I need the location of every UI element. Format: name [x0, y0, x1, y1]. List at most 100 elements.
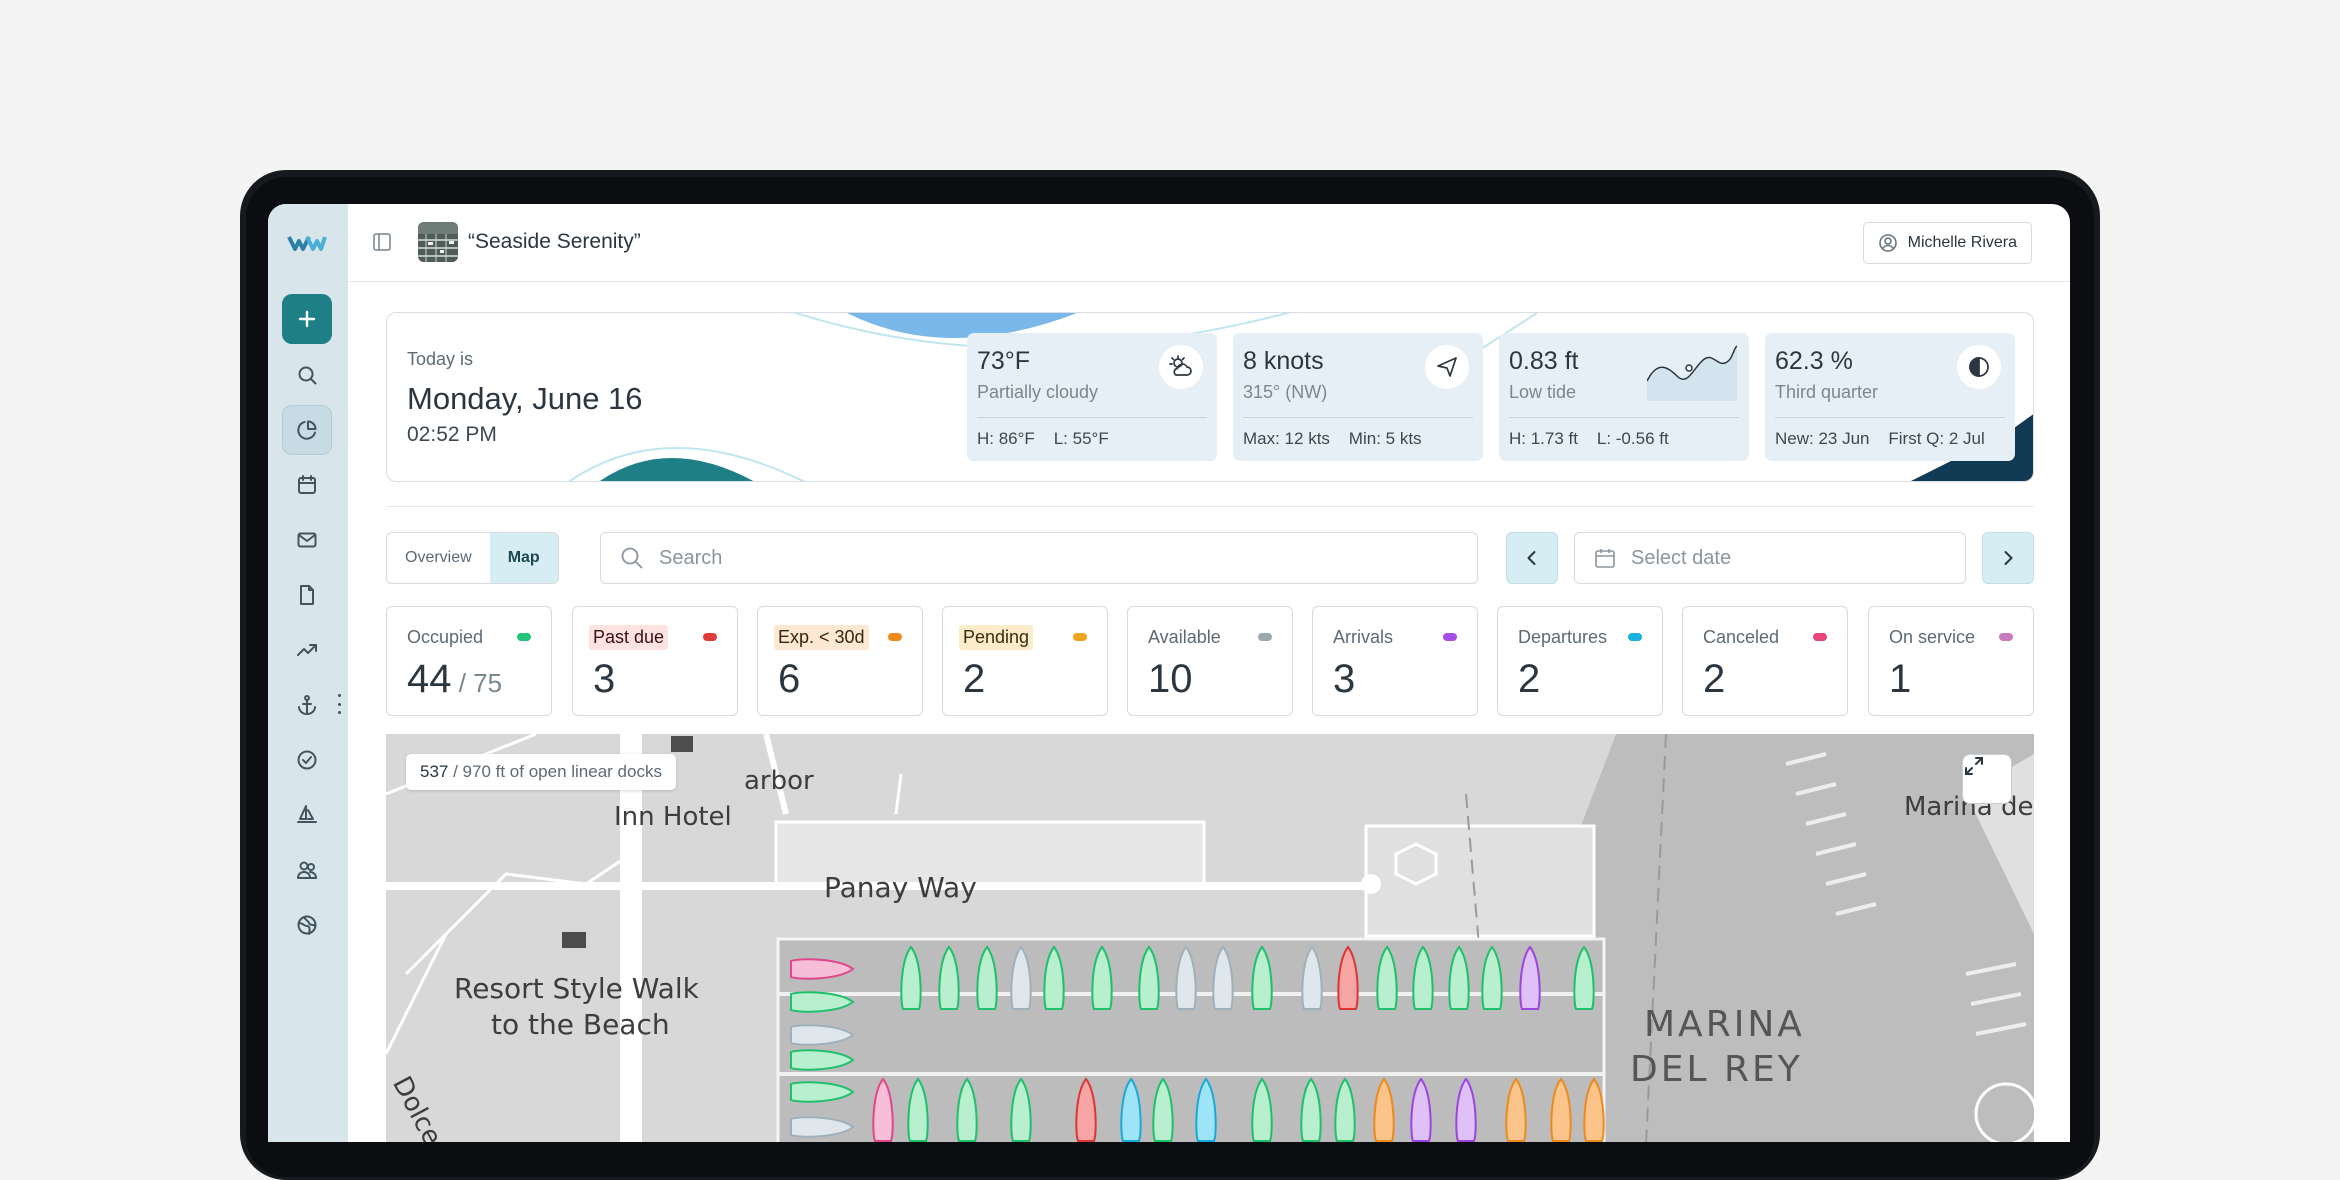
- stat-expiring[interactable]: Exp. < 30d 6: [757, 606, 923, 716]
- user-menu-button[interactable]: Michelle Rivera: [1862, 222, 2032, 264]
- map-tab[interactable]: Map: [489, 533, 558, 583]
- boat-slip[interactable]: [1152, 1077, 1174, 1142]
- stat-pending[interactable]: Pending 2: [942, 606, 1108, 716]
- stat-available[interactable]: Available 10: [1127, 606, 1293, 716]
- web-nav-button[interactable]: [282, 900, 332, 950]
- boat-slip[interactable]: [1301, 945, 1323, 1010]
- boat-slip[interactable]: [1091, 945, 1113, 1010]
- logo[interactable]: [287, 232, 327, 254]
- status-dot: [1258, 633, 1272, 641]
- status-dot: [888, 633, 902, 641]
- expand-map-button[interactable]: [1962, 754, 2012, 804]
- boat-slip[interactable]: [1043, 945, 1065, 1010]
- boat-slip[interactable]: [900, 945, 922, 1010]
- boat-slip[interactable]: [1376, 945, 1398, 1010]
- file-icon: [300, 585, 314, 605]
- boat-slip[interactable]: [1573, 945, 1595, 1010]
- previous-date-button[interactable]: [1506, 532, 1558, 584]
- stat-value: 3: [1333, 657, 1356, 701]
- boat-slip[interactable]: [1195, 1077, 1217, 1142]
- boat-slip[interactable]: [1410, 1077, 1432, 1142]
- boat-slip[interactable]: [1337, 945, 1359, 1010]
- stat-on-service[interactable]: On service 1: [1868, 606, 2034, 716]
- sidebar-toggle-button[interactable]: [372, 232, 392, 252]
- boat-slip[interactable]: [1251, 1077, 1273, 1142]
- users-icon: [297, 861, 317, 879]
- stat-occupied[interactable]: Occupied 44 / 75: [386, 606, 552, 716]
- status-dot: [1813, 633, 1827, 641]
- dashboard-nav-button[interactable]: [282, 405, 332, 455]
- sailboat-icon: [297, 805, 317, 823]
- search-input[interactable]: [659, 546, 1439, 570]
- boat-slip[interactable]: [1550, 1077, 1572, 1142]
- boat-slip[interactable]: [1583, 1077, 1605, 1142]
- next-date-button[interactable]: [1982, 532, 2034, 584]
- calendar-nav-button[interactable]: [282, 460, 332, 510]
- boat-slip[interactable]: [1448, 945, 1470, 1010]
- boat-slip[interactable]: [790, 1049, 855, 1071]
- boat-slip[interactable]: [872, 1077, 894, 1142]
- wind-card[interactable]: 8 knots 315° (NW) Max: 12 kts Min: 5 kts: [1233, 333, 1483, 461]
- sidebar-icon: [373, 233, 391, 251]
- temperature-range: H: 86°F L: 55°F: [977, 429, 1109, 448]
- stat-canceled[interactable]: Canceled 2: [1682, 606, 1848, 716]
- rail-more-handle[interactable]: [336, 694, 342, 714]
- boat-slip[interactable]: [1010, 1077, 1032, 1142]
- boat-slip[interactable]: [1010, 945, 1032, 1010]
- property-thumbnail[interactable]: [418, 222, 458, 262]
- stat-label: Exp. < 30d: [774, 625, 869, 650]
- partly-cloudy-icon: [1159, 345, 1203, 389]
- boat-slip[interactable]: [790, 1081, 855, 1103]
- search-field[interactable]: [600, 532, 1478, 584]
- reports-nav-button[interactable]: [282, 625, 332, 675]
- boat-slip[interactable]: [1519, 945, 1541, 1010]
- documents-nav-button[interactable]: [282, 570, 332, 620]
- weather-card[interactable]: 73°F Partially cloudy H: 86°F L: 55°F: [967, 333, 1217, 461]
- boat-slip[interactable]: [790, 958, 855, 980]
- boat-slip[interactable]: [1138, 945, 1160, 1010]
- boat-slip[interactable]: [1334, 1077, 1356, 1142]
- boats-nav-button[interactable]: [282, 790, 332, 840]
- boat-slip[interactable]: [790, 1116, 855, 1138]
- boat-slip[interactable]: [956, 1077, 978, 1142]
- boat-slip[interactable]: [1300, 1077, 1322, 1142]
- stat-departures[interactable]: Departures 2: [1497, 606, 1663, 716]
- add-button[interactable]: [282, 294, 332, 344]
- property-name[interactable]: “Seaside Serenity”: [468, 230, 641, 254]
- boat-slip[interactable]: [907, 1077, 929, 1142]
- calendar-icon: [1595, 549, 1615, 568]
- card-divider: [1509, 417, 1739, 418]
- moon-card[interactable]: 62.3 % Third quarter New: 23 Jun First Q…: [1765, 333, 2015, 461]
- overview-tab[interactable]: Overview: [387, 533, 490, 583]
- mail-nav-button[interactable]: [282, 515, 332, 565]
- boat-slip[interactable]: [790, 991, 855, 1013]
- marina-nav-button[interactable]: [282, 680, 332, 730]
- tasks-nav-button[interactable]: [282, 735, 332, 785]
- boat-slip[interactable]: [1251, 945, 1273, 1010]
- boat-slip[interactable]: [976, 945, 998, 1010]
- stat-past-due[interactable]: Past due 3: [572, 606, 738, 716]
- customers-nav-button[interactable]: [282, 845, 332, 895]
- boat-slip[interactable]: [1212, 945, 1234, 1010]
- boat-slip[interactable]: [790, 1024, 855, 1046]
- boat-slip[interactable]: [1455, 1077, 1477, 1142]
- stat-value: 44 / 75: [407, 657, 503, 701]
- stat-arrivals[interactable]: Arrivals 3: [1312, 606, 1478, 716]
- pie-chart-icon: [297, 420, 317, 440]
- tide-card[interactable]: 0.83 ft Low tide H: 1.73 ft L: -0.56 ft: [1499, 333, 1749, 461]
- stat-value: 6: [778, 657, 801, 701]
- boat-slip[interactable]: [1120, 1077, 1142, 1142]
- boat-slip[interactable]: [1373, 1077, 1395, 1142]
- boat-slip[interactable]: [1175, 945, 1197, 1010]
- user-name: Michelle Rivera: [1907, 234, 2017, 251]
- search-icon: [298, 366, 317, 385]
- boat-slip[interactable]: [938, 945, 960, 1010]
- boat-slip[interactable]: [1075, 1077, 1097, 1142]
- status-dot: [1999, 633, 2013, 641]
- boat-slip[interactable]: [1481, 945, 1503, 1010]
- boat-slip[interactable]: [1412, 945, 1434, 1010]
- search-nav-button[interactable]: [282, 350, 332, 400]
- boat-slip[interactable]: [1505, 1077, 1527, 1142]
- marina-map[interactable]: arbor Inn Hotel Panay Way Resort Style W…: [386, 734, 2034, 1142]
- date-picker[interactable]: Select date: [1574, 532, 1966, 584]
